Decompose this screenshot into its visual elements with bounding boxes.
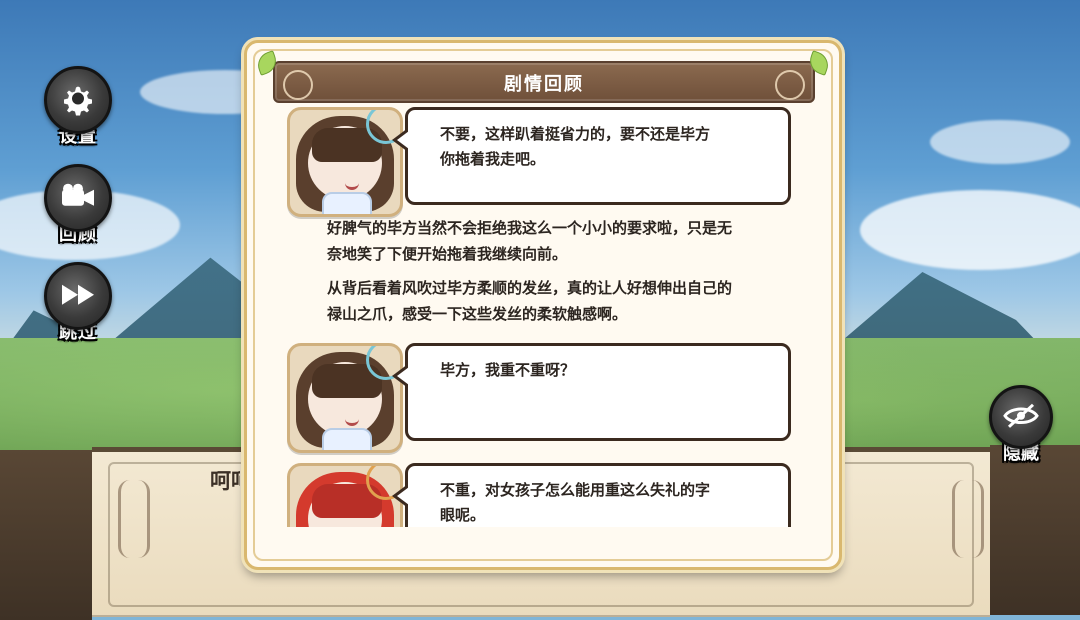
speech-text: 毕方，我重不重呀？ — [440, 358, 758, 383]
speech-text-line-1: 不要，这样趴着挺省力的，要不还是毕方 — [440, 125, 711, 143]
narration-text: 从背后看着风吹过毕方柔顺的发丝，真的让人好想伸出自己的 禄山之爪，感受一下这些发… — [327, 275, 797, 327]
skip-button[interactable]: 跳过 — [42, 262, 114, 344]
speech-text-line-2: 你拖着我走吧。 — [440, 150, 546, 168]
character-portrait — [287, 343, 403, 453]
narration-text: 好脾气的毕方当然不会拒绝我这么一个小小的要求啦，只是无 奈地笑了下便开始拖着我继… — [327, 215, 797, 267]
dialogue-frame-right — [990, 445, 1080, 615]
dialogue-ornament-left — [118, 480, 150, 558]
fast-forward-icon — [62, 284, 94, 305]
speech-bubble: 不重，对女孩子怎么能用重这么失礼的字 眼呢。 — [392, 463, 791, 527]
narration-line-1: 好脾气的毕方当然不会拒绝我这么一个小小的要求啦，只是无 — [327, 219, 733, 237]
speech-text-line-2: 眼呢。 — [440, 506, 486, 524]
speech-text: 不要，这样趴着挺省力的，要不还是毕方 你拖着我走吧。 — [440, 122, 758, 172]
speech-text-line-1: 毕方，我重不重呀？ — [440, 361, 576, 379]
story-log-scroll-area[interactable]: 不要，这样趴着挺省力的，要不还是毕方 你拖着我走吧。 好脾气的毕方当然不会拒绝我… — [287, 107, 797, 527]
camera-icon — [62, 183, 94, 206]
panel-title-bar: 剧情回顾 — [273, 61, 815, 103]
settings-button-circle — [44, 66, 112, 134]
portrait-collar — [322, 428, 372, 450]
portrait-collar — [322, 192, 372, 214]
review-button[interactable]: 回顾 — [42, 164, 114, 246]
narration-line-2: 禄山之爪，感受一下这些发丝的柔软触感啊。 — [327, 305, 628, 323]
hide-button[interactable]: 隐藏 — [986, 385, 1056, 465]
character-portrait — [287, 107, 403, 217]
skip-button-circle — [44, 262, 112, 330]
panel-title: 剧情回顾 — [504, 74, 584, 95]
speech-text-line-1: 不重，对女孩子怎么能用重这么失礼的字 — [440, 481, 711, 499]
speech-bubble: 毕方，我重不重呀？ — [392, 343, 791, 441]
hide-button-circle — [989, 385, 1053, 449]
character-portrait — [287, 463, 403, 527]
cloud — [930, 120, 1070, 164]
gear-icon — [64, 86, 92, 116]
story-review-panel: 剧情回顾 不要，这样趴着挺省力的，要不还是毕方 你拖着我走吧。 好脾气的毕方当然… — [244, 40, 842, 570]
dialogue-text: 呵呵 — [210, 469, 240, 493]
speech-bubble: 不要，这样趴着挺省力的，要不还是毕方 你拖着我走吧。 — [392, 107, 791, 205]
eye-off-icon — [1003, 403, 1039, 428]
settings-button[interactable]: 设置 — [42, 66, 114, 148]
narration-line-2: 奈地笑了下便开始拖着我继续向前。 — [327, 245, 568, 263]
review-button-circle — [44, 164, 112, 232]
narration-line-1: 从背后看着风吹过毕方柔顺的发丝，真的让人好想伸出自己的 — [327, 279, 733, 297]
speech-text: 不重，对女孩子怎么能用重这么失礼的字 眼呢。 — [440, 478, 758, 527]
dialogue-ornament-right — [952, 480, 984, 558]
